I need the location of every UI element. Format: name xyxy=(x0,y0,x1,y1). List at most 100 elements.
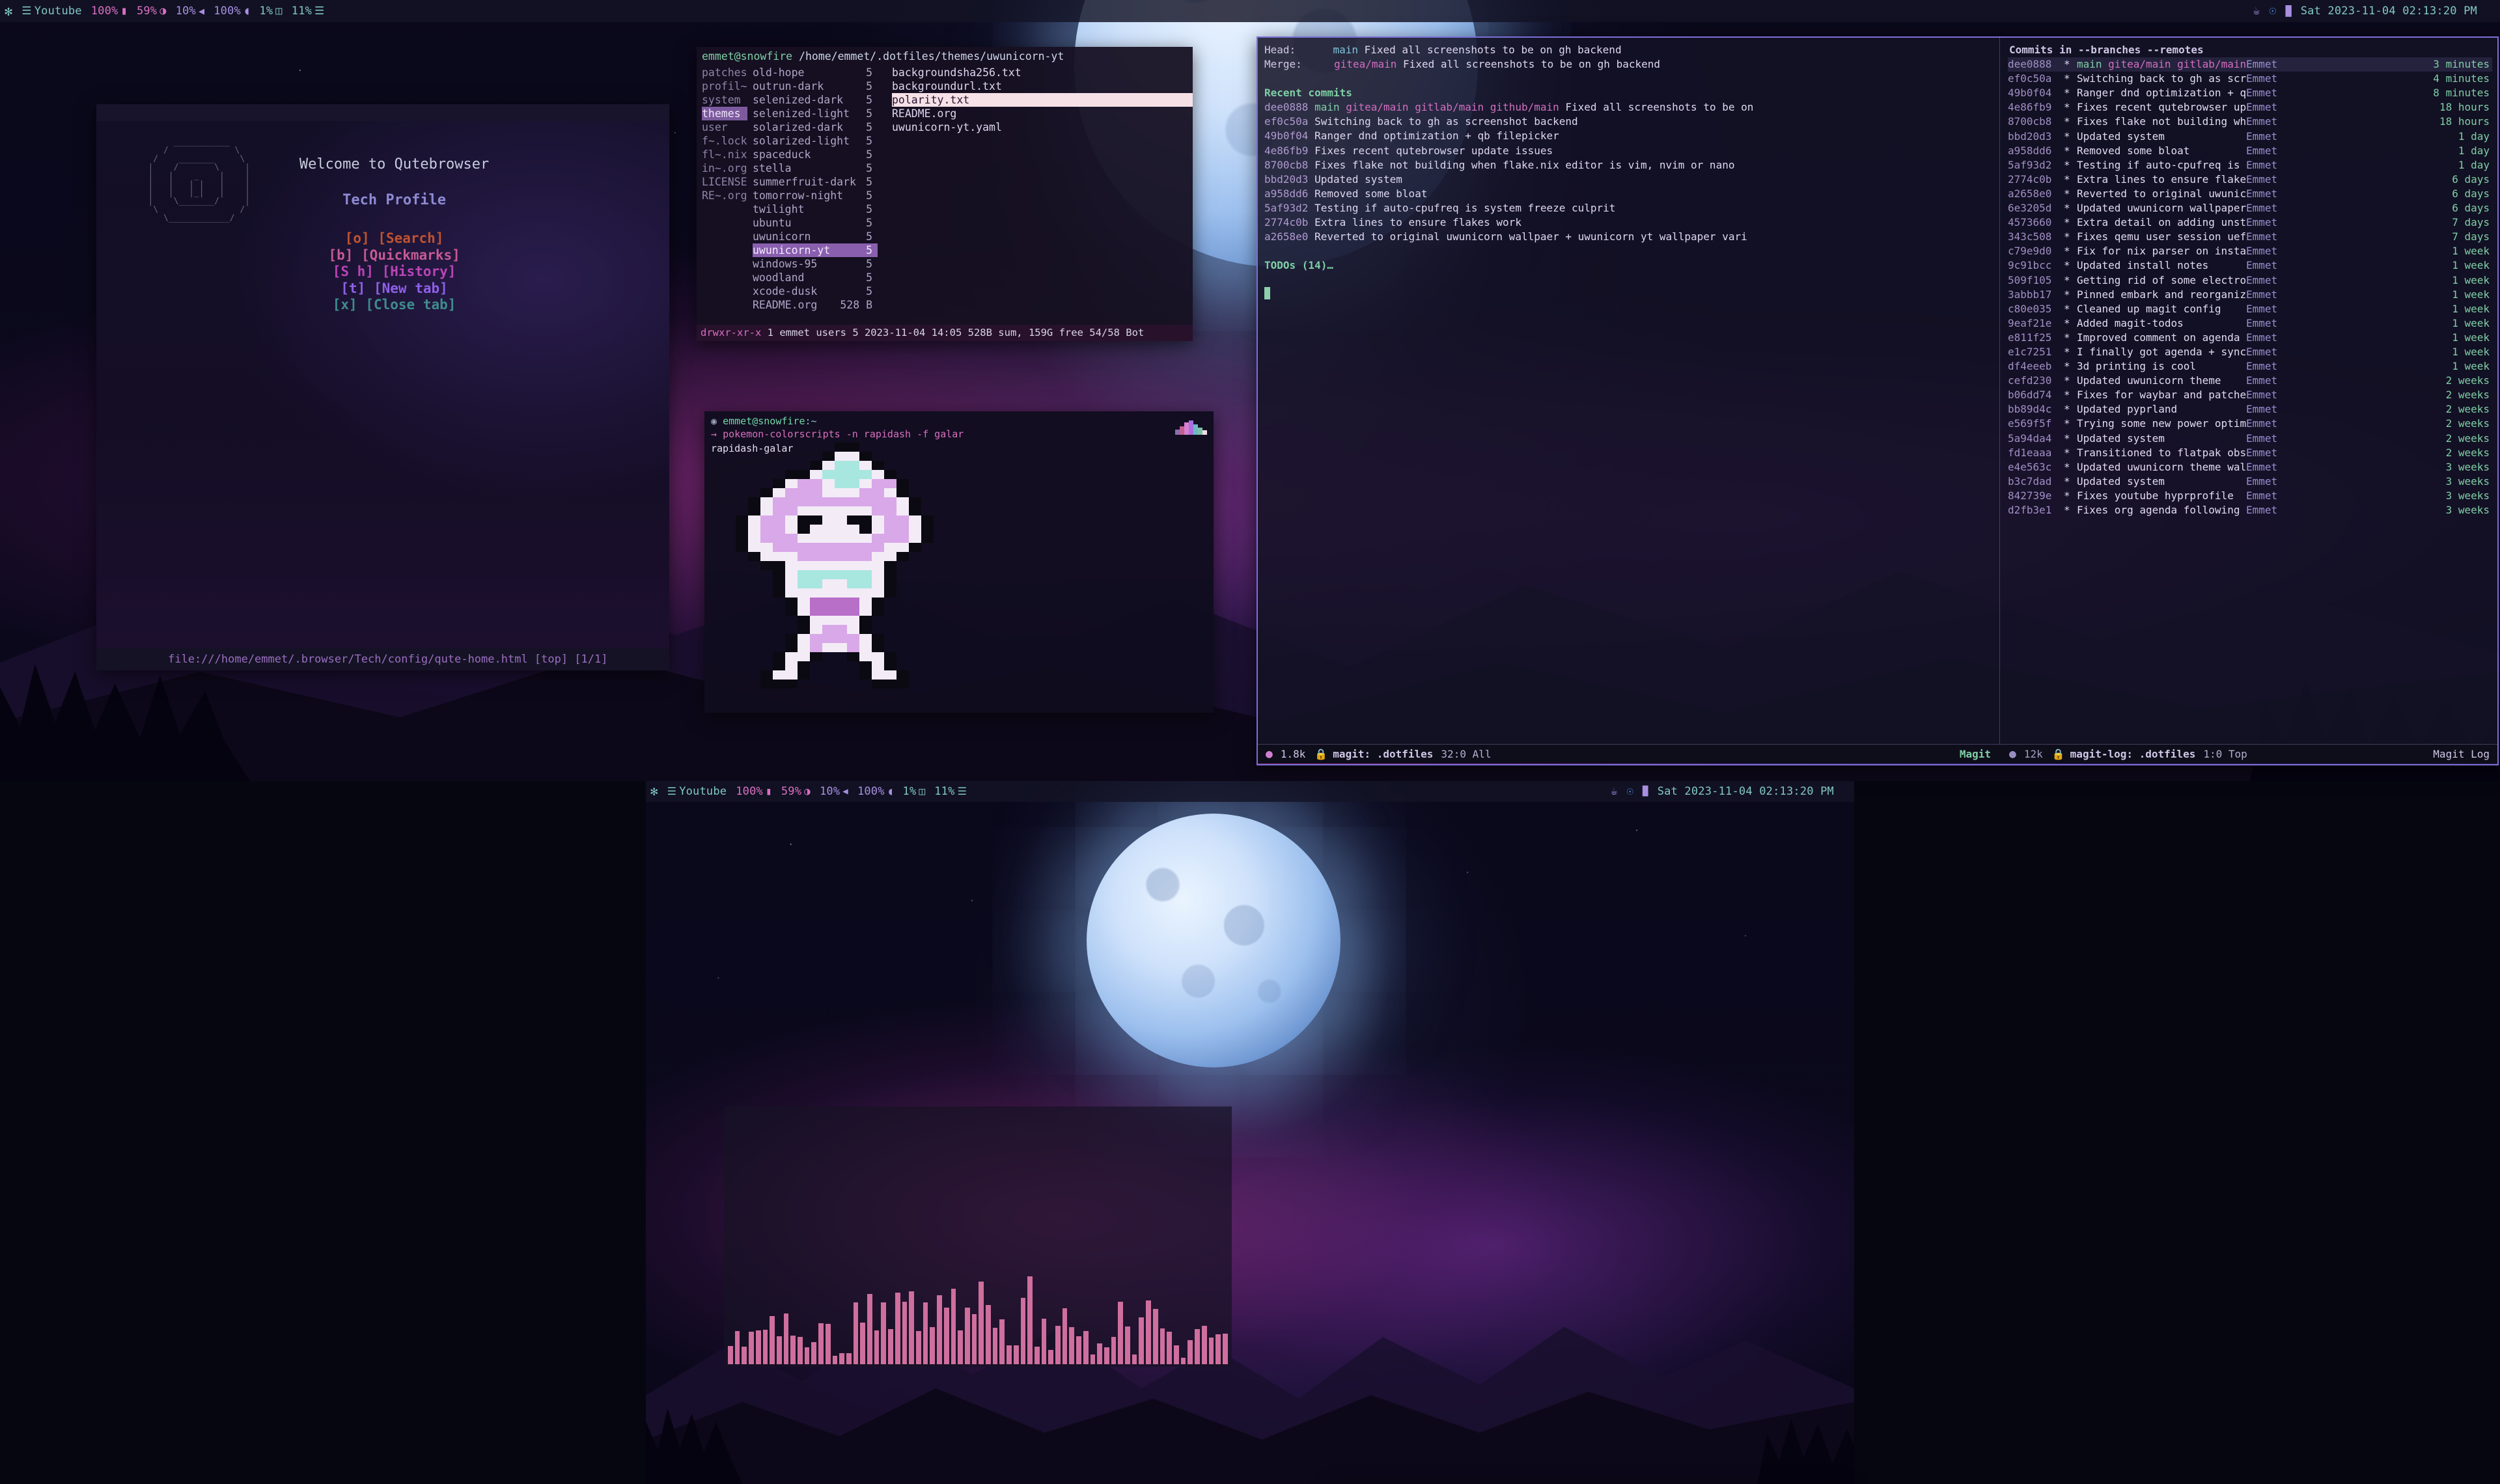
magit-commit-row[interactable]: 5af93d2 Testing if auto-cpufreq is syste… xyxy=(1264,201,1992,215)
bar-battery[interactable]: 100% ▮ xyxy=(87,5,132,18)
magit-commit-row[interactable]: 2774c0b Extra lines to ensure flakes wor… xyxy=(1264,215,1992,230)
ranger-current-item[interactable]: twilight 5 xyxy=(753,202,878,216)
magit-commit-row[interactable]: a2658e0 Reverted to original uwunicorn w… xyxy=(1264,230,1992,244)
bar-tray-bluetooth[interactable]: ☉ xyxy=(2264,5,2281,17)
ranger-column-current[interactable]: old-hope 5 outrun-dark 5 selenized-dark 5 sele… xyxy=(747,66,878,325)
magit-commit-row[interactable]: 8700cb8 Fixes flake not building when fl… xyxy=(1264,158,1992,172)
ranger-current-item[interactable]: summerfruit-dark 5 xyxy=(753,175,878,189)
ranger-current-item[interactable]: selenized-light 5 xyxy=(753,107,878,120)
bar-ram[interactable]: 1% ◫ xyxy=(255,5,286,18)
magit-log-row[interactable]: a2658e0 * Reverted to original uwunicorn w… xyxy=(2008,187,2492,201)
bar-clock[interactable]: Sat 2023-11-04 02:13:20 PM xyxy=(2296,5,2482,18)
ranger-current-item[interactable]: windows-95 5 xyxy=(753,257,878,271)
magit-log-row[interactable]: b06dd74 * Fixes for waybar and patched cus… xyxy=(2008,388,2492,402)
magit-commit-row[interactable]: a958dd6 Removed some bloat xyxy=(1264,187,1992,201)
magit-log-row[interactable]: 3abbb17 * Pinned embark and reorganized pa… xyxy=(2008,288,2492,302)
bar-nix-launcher[interactable]: ✻ xyxy=(0,5,17,18)
emacs-magit-window[interactable]: Head: main Fixed all screenshots to be o… xyxy=(1257,36,2499,765)
ranger-current-item[interactable]: uwunicorn 5 xyxy=(753,230,878,243)
magit-log-row[interactable]: 6e3205d * Updated uwunicorn wallpaper Emmet… xyxy=(2008,201,2492,215)
bar-tray-coffee[interactable]: ☕ xyxy=(2248,5,2264,17)
magit-log-row[interactable]: df4eeeb * 3d printing is cool Emmet 1 week xyxy=(2008,359,2492,374)
magit-commit-row[interactable]: 49b0f04 Ranger dnd optimization + qb fil… xyxy=(1264,129,1992,143)
quicklink-new-tab[interactable]: [t] [New tab] xyxy=(299,281,489,297)
bar2-battery[interactable]: 100% ▮ xyxy=(731,785,777,798)
magit-commit-list[interactable]: dee0888 main gitea/main gitlab/main gith… xyxy=(1264,100,1992,244)
bar2-nix-launcher[interactable]: ✻ xyxy=(646,785,663,798)
quicklink-history[interactable]: [S h] [History] xyxy=(299,264,489,281)
ranger-preview-item[interactable]: README.org xyxy=(892,107,1193,120)
magit-log-row[interactable]: d2fb3e1 * Fixes org agenda following roam … xyxy=(2008,503,2492,517)
bar2-brightness[interactable]: 59% ◑ xyxy=(777,785,815,798)
magit-log-row[interactable]: fd1eaaa * Transitioned to flatpak obs for … xyxy=(2008,446,2492,460)
ranger-column-parent[interactable]: patches profil~ system themes user f~.lock fl~… xyxy=(697,66,747,325)
magit-log-row[interactable]: 842739e * Fixes youtube hyprprofile Emmet 3 … xyxy=(2008,489,2492,503)
magit-log-row[interactable]: dee0888 * main gitea/main gitlab/main gith… xyxy=(2008,57,2492,72)
magit-log-row[interactable]: 509f105 * Getting rid of some electron pkg… xyxy=(2008,273,2492,288)
ranger-preview-item[interactable]: backgroundsha256.txt xyxy=(892,66,1193,79)
ranger-parent-item[interactable]: LICENSE xyxy=(702,175,747,189)
magit-log-row[interactable]: 8700cb8 * Fixes flake not building when fl… xyxy=(2008,115,2492,129)
bar-volume[interactable]: 10% ◀ xyxy=(171,5,210,18)
bar2-tray-bluetooth[interactable]: ☉ xyxy=(1622,786,1638,797)
magit-log-row[interactable]: e811f25 * Improved comment on agenda synct… xyxy=(2008,331,2492,345)
ranger-parent-item[interactable]: in~.org xyxy=(702,161,747,175)
ranger-current-item[interactable]: xcode-dusk 5 xyxy=(753,284,878,298)
magit-commit-row[interactable]: ef0c50a Switching back to gh as screensh… xyxy=(1264,115,1992,129)
bar-tray-wifi[interactable]: █ xyxy=(2281,6,2296,16)
magit-log-row[interactable]: 49b0f04 * Ranger dnd optimization + qb fil… xyxy=(2008,86,2492,100)
qutebrowser-window[interactable]: ___________ / \ / _______ \ | / \ | | | … xyxy=(96,104,669,670)
magit-status-pane[interactable]: Head: main Fixed all screenshots to be o… xyxy=(1257,36,2000,744)
magit-log-row[interactable]: bb89d4c * Updated pyprland Emmet 2 weeks xyxy=(2008,402,2492,417)
magit-log-row[interactable]: 4573660 * Extra detail on adding unstable … xyxy=(2008,215,2492,230)
ranger-parent-item[interactable]: RE~.org xyxy=(702,189,747,202)
ranger-window[interactable]: emmet@snowfire /home/emmet/.dotfiles/the… xyxy=(697,47,1193,341)
magit-log-row[interactable]: 9eaf21e * Added magit-todos Emmet 1 week xyxy=(2008,316,2492,331)
magit-log-row[interactable]: 343c508 * Fixes qemu user session uefi Emme… xyxy=(2008,230,2492,244)
ranger-current-item[interactable]: README.org 528 B xyxy=(753,298,878,312)
bar2-tray-coffee[interactable]: ☕ xyxy=(1606,786,1622,797)
ranger-preview-item[interactable]: polarity.txt xyxy=(892,93,1193,107)
magit-commit-row[interactable]: 4e86fb9 Fixes recent qutebrowser update … xyxy=(1264,144,1992,158)
magit-log-row[interactable]: c80e035 * Cleaned up magit config Emmet 1 we… xyxy=(2008,302,2492,316)
magit-commit-row[interactable]: bbd20d3 Updated system xyxy=(1264,172,1992,187)
magit-commit-row[interactable]: dee0888 main gitea/main gitlab/main gith… xyxy=(1264,100,1992,115)
ranger-current-item[interactable]: tomorrow-night 5 xyxy=(753,189,878,202)
magit-log-row[interactable]: bbd20d3 * Updated system Emmet 1 day xyxy=(2008,130,2492,144)
ranger-parent-item[interactable]: f~.lock xyxy=(702,134,747,148)
magit-log-pane[interactable]: Commits in --branches --remotes dee0888 *… xyxy=(2000,36,2499,744)
ranger-preview-item[interactable]: uwunicorn-yt.yaml xyxy=(892,120,1193,134)
magit-log-row[interactable]: 5a94da4 * Updated system Emmet 2 weeks xyxy=(2008,432,2492,446)
bar2-workspace[interactable]: ☰ Youtube xyxy=(663,785,732,798)
ranger-parent-item[interactable]: profil~ xyxy=(702,79,747,93)
bar2-volume[interactable]: 10% ◀ xyxy=(815,785,853,798)
bar2-cpu[interactable]: 11% ☰ xyxy=(930,785,971,798)
magit-log-row[interactable]: e569f5f * Trying some new power optimizati… xyxy=(2008,417,2492,431)
ranger-current-item[interactable]: outrun-dark 5 xyxy=(753,79,878,93)
magit-todos-header[interactable]: TODOs (14)… xyxy=(1264,258,1992,273)
ranger-parent-item[interactable]: themes xyxy=(702,107,747,120)
ranger-preview-item[interactable]: backgroundurl.txt xyxy=(892,79,1193,93)
magit-log-row[interactable]: e1c7251 * I finally got agenda + syncthing… xyxy=(2008,345,2492,359)
ranger-parent-item[interactable]: patches xyxy=(702,66,747,79)
bar2-tray-wifi[interactable]: █ xyxy=(1638,787,1653,796)
ranger-current-item[interactable]: spaceduck 5 xyxy=(753,148,878,161)
ranger-current-item[interactable]: uwunicorn-yt 5 xyxy=(753,243,878,257)
ranger-parent-item[interactable]: fl~.nix xyxy=(702,148,747,161)
ranger-current-item[interactable]: solarized-light 5 xyxy=(753,134,878,148)
magit-log-row[interactable]: 5af93d2 * Testing if auto-cpufreq is syste… xyxy=(2008,158,2492,172)
quicklink-close-tab[interactable]: [x] [Close tab] xyxy=(299,297,489,314)
ranger-current-item[interactable]: ubuntu 5 xyxy=(753,216,878,230)
bar-mic[interactable]: 100% ◖ xyxy=(209,5,255,18)
pokemon-terminal-window[interactable]: ◉ emmet@snowfire:~ → pokemon-colorscript… xyxy=(704,411,1214,713)
qutebrowser-tabbar[interactable] xyxy=(96,104,669,121)
ranger-current-item[interactable]: solarized-dark 5 xyxy=(753,120,878,134)
magit-log-row[interactable]: 9c91bcc * Updated install notes Emmet 1 week xyxy=(2008,258,2492,273)
ranger-current-item[interactable]: selenized-dark 5 xyxy=(753,93,878,107)
magit-log-row[interactable]: ef0c50a * Switching back to gh as screensh… xyxy=(2008,72,2492,86)
magit-log-row[interactable]: e4e563c * Updated uwunicorn theme wallpape… xyxy=(2008,460,2492,474)
ranger-current-item[interactable]: old-hope 5 xyxy=(753,66,878,79)
magit-log-row[interactable]: 2774c0b * Extra lines to ensure flakes wor… xyxy=(2008,172,2492,187)
magit-recent-commits-header[interactable]: Recent commits xyxy=(1264,86,1992,100)
quicklink-quickmarks[interactable]: [b] [Quickmarks] xyxy=(299,247,489,264)
